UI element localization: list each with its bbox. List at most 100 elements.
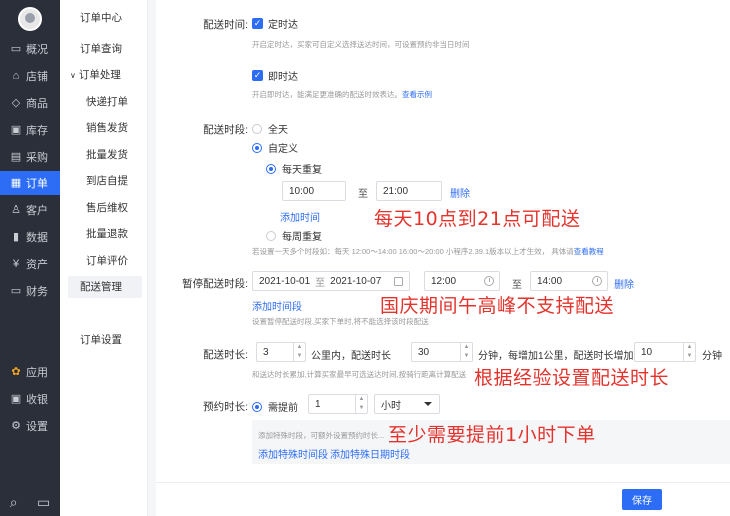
to-label: 至: [358, 189, 368, 200]
rail-bottom-bar: ⌕ ▭: [0, 488, 60, 516]
radio-weekly-repeat[interactable]: 每周重复: [266, 228, 322, 243]
annotation-duration-tip: 根据经验设置配送时长: [474, 367, 670, 389]
menu-item-sales-ship[interactable]: 销售发货: [60, 117, 148, 139]
duration-inc-input[interactable]: 10 ▲ ▼: [634, 342, 696, 362]
add-special-period-link[interactable]: 添加特殊时间段: [258, 446, 328, 461]
period-hint: 若设置一天多个时段如：每天 12:00～14:00 16:00～20:00 小程…: [252, 247, 604, 256]
annotation-holiday-pause: 国庆期间午高峰不支持配送: [380, 295, 615, 317]
menu-item-batch-refund[interactable]: 批量退款: [60, 223, 148, 245]
end-time-input[interactable]: 21:00: [376, 181, 442, 201]
period-label: 配送时段:: [203, 124, 248, 136]
rail-item-settings[interactable]: ⚙ 设置: [0, 414, 60, 438]
to-label-2: 至: [512, 280, 522, 291]
rail-item-apps[interactable]: ✿ 应用: [0, 360, 60, 384]
chat-icon[interactable]: ▭: [37, 494, 50, 511]
pause-label: 暂停配送时段:: [182, 278, 248, 290]
rail-item-data[interactable]: ▮ 数据: [0, 225, 60, 249]
search-icon[interactable]: ⌕: [10, 494, 18, 511]
delivery-time-label: 配送时间:: [203, 19, 248, 31]
duration-text-1: 公里内，配送时长: [311, 351, 391, 362]
clock-icon: [484, 276, 494, 286]
stepper-icon[interactable]: ▲ ▼: [683, 343, 695, 361]
checkbox-checked-icon: ✓: [252, 18, 263, 29]
calendar-icon: [394, 277, 403, 286]
menu-item-batch-ship[interactable]: 批量发货: [60, 144, 148, 166]
warehouse-icon: ▣: [10, 124, 22, 136]
add-special-date-link[interactable]: 添加特殊日期时段: [330, 446, 410, 461]
advance-hint: 添加特殊时段，可额外设置预约时长...: [258, 431, 385, 440]
menu-item-order-query[interactable]: 订单查询: [60, 38, 148, 60]
cart-icon: ▤: [10, 151, 22, 163]
rail-item-overview[interactable]: ▭ 概况: [0, 37, 60, 61]
advance-unit-select[interactable]: 小时: [374, 394, 440, 414]
rail-item-inventory[interactable]: ▣ 库存: [0, 118, 60, 142]
rail-item-purchase[interactable]: ▤ 采购: [0, 145, 60, 169]
menu-item-after-sales[interactable]: 售后维权: [60, 197, 148, 219]
annotation-daily-window: 每天10点到21点可配送: [374, 208, 581, 230]
delivery-settings-form: 配送时间: ✓ 定时达 开启定时达，买家可自定义选择送达时间，可设置预约非当日时间…: [156, 0, 730, 516]
chevron-down-icon: ∨: [70, 71, 76, 80]
add-time-link[interactable]: 添加时间: [280, 209, 320, 224]
main-sidebar: ▭ 概况 ⌂ 店铺 ◇ 商品 ▣ 库存 ▤ 采购 ▦ 订单 ♙ 客户 ▮ 数据 ¥ 资产 ▭ 财务 …: [0, 0, 60, 516]
instant-checkbox[interactable]: ✓ 即时达: [252, 68, 298, 83]
instant-hint: 开启即时达，能满足更准确的配送时效表达。查看示例: [252, 90, 432, 99]
advance-label: 预约时长:: [203, 401, 248, 413]
duration-min-input[interactable]: 30 ▲ ▼: [411, 342, 473, 362]
duration-text-3: 分钟: [702, 351, 722, 362]
wallet-icon: ▭: [10, 285, 22, 297]
delete-pause-link[interactable]: 删除: [614, 276, 634, 291]
radio-daily-repeat[interactable]: 每天重复: [266, 161, 322, 176]
radio-advance-need[interactable]: 需提前: [252, 399, 298, 414]
radio-custom[interactable]: 自定义: [252, 140, 298, 155]
rail-item-cashier[interactable]: ▣ 收银: [0, 387, 60, 411]
scheduled-hint: 开启定时达，买家可自定义选择送达时间，可设置预约非当日时间: [252, 40, 470, 49]
checkbox-checked-icon: ✓: [252, 70, 263, 81]
view-example-link[interactable]: 查看示例: [402, 90, 432, 99]
rail-item-orders[interactable]: ▦ 订单: [0, 171, 60, 195]
duration-hint: 和送达时长累加,计算买家最早可选送达时间,按骑行距离计算配送: [252, 370, 467, 379]
annotation-advance-tip: 至少需要提前1小时下单: [388, 424, 596, 446]
menu-item-order-settings[interactable]: 订单设置: [60, 329, 148, 351]
stepper-icon[interactable]: ▲ ▼: [460, 343, 472, 361]
scheduled-checkbox[interactable]: ✓ 定时达: [252, 16, 298, 31]
radio-icon: [266, 230, 276, 241]
stepper-icon[interactable]: ▲ ▼: [355, 395, 367, 413]
duration-text-2: 分钟，每增加1公里，配送时长增加: [478, 351, 634, 362]
menu-item-order-review[interactable]: 订单评价: [60, 250, 148, 272]
radio-selected-icon: [266, 163, 276, 174]
clock-icon: [592, 276, 602, 286]
menu-item-pickup[interactable]: 到店自提: [60, 170, 148, 192]
radio-all-day[interactable]: 全天: [252, 121, 288, 136]
add-time-period-link[interactable]: 添加时间段: [252, 298, 302, 313]
bar-chart-icon: ▮: [12, 231, 20, 243]
duration-km-input[interactable]: 3 ▲ ▼: [256, 342, 306, 362]
pause-end-time[interactable]: 14:00: [530, 271, 608, 291]
duration-label: 配送时长:: [203, 349, 248, 361]
stepper-icon[interactable]: ▲ ▼: [293, 343, 305, 361]
menu-title-order-center: 订单中心: [80, 12, 122, 24]
view-tutorial-link[interactable]: 查看教程: [574, 247, 604, 256]
store-logo[interactable]: [18, 7, 42, 31]
secondary-menu: 订单中心 订单查询 ∨ 订单处理 快递打单 销售发货 批量发货 到店自提 售后维权…: [60, 0, 148, 516]
rail-item-finance[interactable]: ▭ 财务: [0, 279, 60, 303]
menu-item-express[interactable]: 快递打单: [60, 91, 148, 113]
advance-value-input[interactable]: 1 ▲ ▼: [308, 394, 368, 414]
rail-item-store[interactable]: ⌂ 店铺: [0, 64, 60, 88]
chart-icon: ▭: [10, 43, 22, 55]
gear-icon: ⚙: [11, 420, 21, 432]
save-button[interactable]: 保存: [622, 489, 662, 510]
pause-date-range[interactable]: 2021-10-01 至 2021-10-07: [252, 271, 410, 291]
radio-selected-icon: [252, 142, 262, 153]
start-time-input[interactable]: 10:00: [282, 181, 346, 201]
order-icon: ▦: [10, 177, 22, 189]
rail-item-goods[interactable]: ◇ 商品: [0, 91, 60, 115]
menu-group-order-processing[interactable]: ∨ 订单处理: [60, 64, 148, 86]
delete-time-link[interactable]: 删除: [450, 185, 470, 200]
rail-item-customers[interactable]: ♙ 客户: [0, 198, 60, 222]
rail-item-assets[interactable]: ¥ 资产: [0, 252, 60, 276]
menu-item-delivery-mgmt[interactable]: 配送管理: [68, 276, 142, 298]
radio-selected-icon: [252, 401, 262, 412]
yen-icon: ¥: [12, 258, 20, 270]
apps-icon: ✿: [11, 366, 21, 378]
pause-start-time[interactable]: 12:00: [424, 271, 500, 291]
